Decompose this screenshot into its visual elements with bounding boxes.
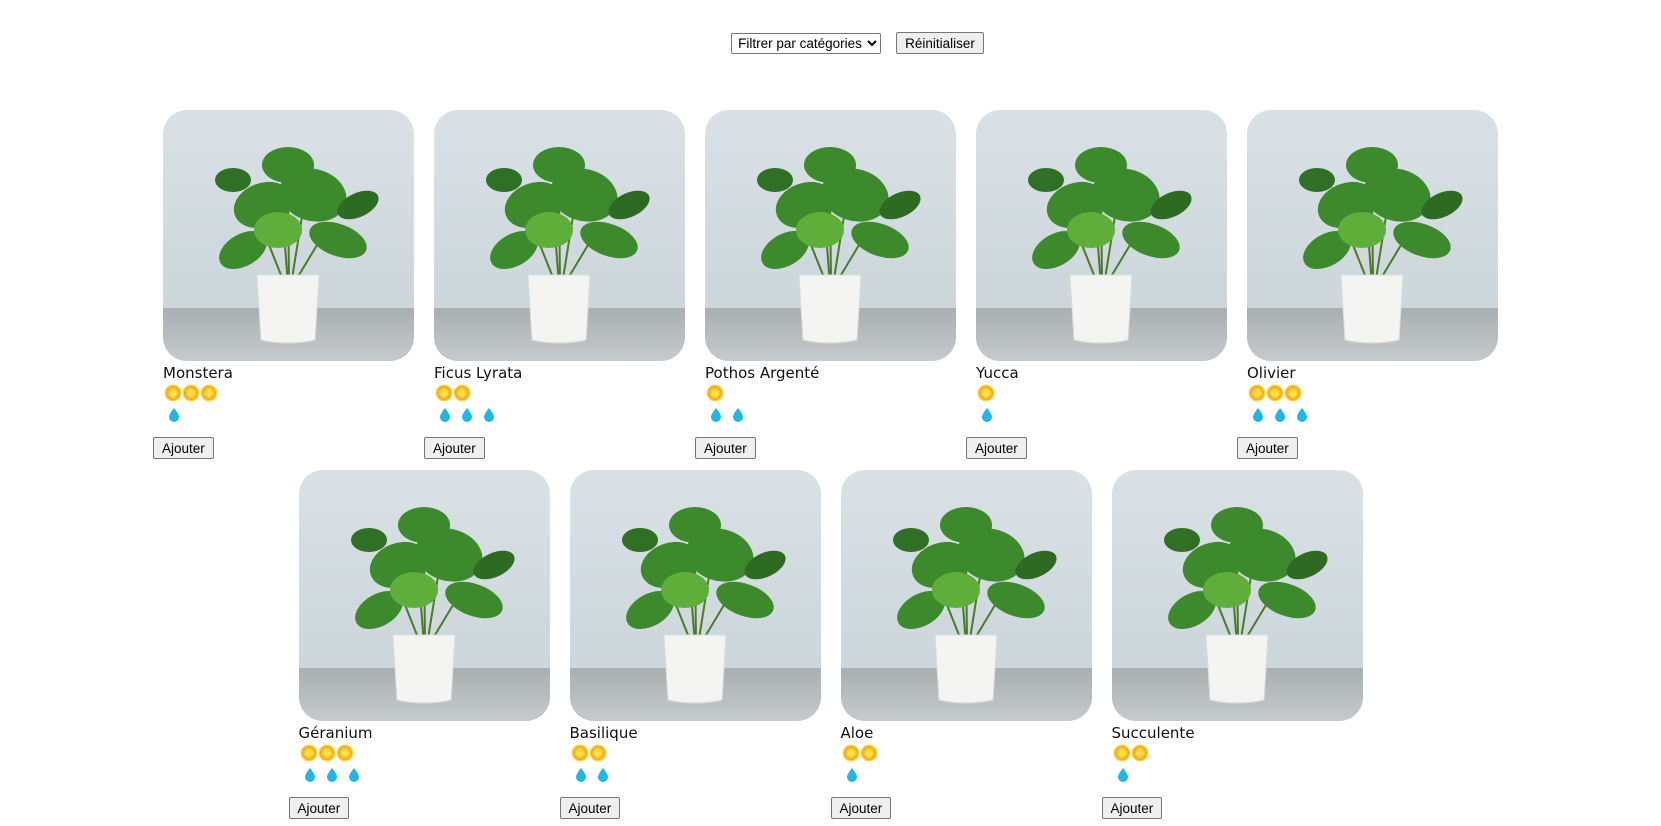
water-level [1115,764,1363,786]
water-level [844,764,1092,786]
sun-icon [1114,746,1129,760]
category-filter-select[interactable]: Filtrer par catégories [731,32,882,54]
sun-icon [590,746,605,760]
add-button[interactable]: Ajouter [830,797,892,819]
plant-photo [840,470,1092,721]
sun-icon [1286,386,1300,400]
plant-photo [705,110,956,361]
plant-name: Yucca [976,364,1019,382]
plant-card: Aloe Ajouter [830,470,1092,826]
plant-card: Succulente Ajouter [1101,470,1363,826]
plant-name: Succulente [1111,724,1195,742]
sun-icon [455,386,469,400]
toolbar: Filtrer par catégories Réinitialiser [0,32,1661,54]
water-drop-icon [440,408,450,422]
water-level [1250,404,1498,426]
reset-button[interactable]: Réinitialiser [896,32,984,54]
water-drop-icon [484,408,494,422]
water-drop-icon [1297,408,1307,422]
plant-card: Pothos Argenté Ajouter [695,110,956,466]
light-level [843,742,1092,764]
sun-icon [1132,746,1147,760]
plant-photo [163,110,414,361]
add-button[interactable]: Ajouter [1237,437,1298,459]
plant-photo [569,470,821,721]
water-level [302,764,550,786]
sun-icon [319,746,334,760]
light-level [1114,742,1363,764]
sun-icon [337,746,352,760]
plant-photo [1247,110,1498,361]
light-level [1250,382,1498,404]
plant-name: Ficus Lyrata [434,364,523,382]
water-drop-icon [348,768,359,782]
light-level [166,382,414,404]
water-drop-icon [846,768,857,782]
plant-card: Ficus Lyrata Ajouter [424,110,685,466]
light-level [708,382,956,404]
plant-name: Pothos Argenté [705,364,820,382]
add-button[interactable]: Ajouter [424,437,485,459]
water-drop-icon [169,408,179,422]
sun-icon [861,746,876,760]
sun-icon [572,746,587,760]
plant-card: Olivier Ajouter [1237,110,1498,466]
add-button[interactable]: Ajouter [153,437,214,459]
light-level [437,382,685,404]
plant-name: Olivier [1247,364,1296,382]
plant-card: Monstera Ajouter [153,110,414,466]
add-button[interactable]: Ajouter [695,437,756,459]
plant-card: Géranium Ajouter [288,470,550,826]
sun-icon [184,386,198,400]
water-drop-icon [982,408,992,422]
water-drop-icon [1117,768,1128,782]
plant-name: Aloe [840,724,874,742]
sun-icon [301,746,316,760]
add-button[interactable]: Ajouter [1101,797,1163,819]
water-drop-icon [1253,408,1263,422]
water-drop-icon [711,408,721,422]
water-level [166,404,414,426]
plant-photo [434,110,685,361]
light-level [301,742,550,764]
water-drop-icon [326,768,337,782]
add-button[interactable]: Ajouter [288,797,350,819]
water-level [437,404,685,426]
plant-grid: Monstera Ajouter Ficus Lyrata Ajouter Po… [0,110,1661,826]
water-level [573,764,821,786]
plant-name: Basilique [569,724,638,742]
water-drop-icon [462,408,472,422]
plant-card: Basilique Ajouter [559,470,821,826]
water-level [979,404,1227,426]
sun-icon [1268,386,1282,400]
sun-icon [437,386,451,400]
sun-icon [843,746,858,760]
water-level [708,404,956,426]
plant-card: Yucca Ajouter [966,110,1227,466]
light-level [979,382,1227,404]
sun-icon [979,386,993,400]
add-button[interactable]: Ajouter [559,797,621,819]
water-drop-icon [304,768,315,782]
plant-photo [1111,470,1363,721]
add-button[interactable]: Ajouter [966,437,1027,459]
water-drop-icon [1275,408,1285,422]
light-level [572,742,821,764]
plant-photo [976,110,1227,361]
plant-name: Monstera [163,364,233,382]
plant-photo [298,470,550,721]
sun-icon [166,386,180,400]
sun-icon [202,386,216,400]
sun-icon [1250,386,1264,400]
plant-name: Géranium [298,724,373,742]
water-drop-icon [575,768,586,782]
water-drop-icon [597,768,608,782]
sun-icon [708,386,722,400]
water-drop-icon [733,408,743,422]
